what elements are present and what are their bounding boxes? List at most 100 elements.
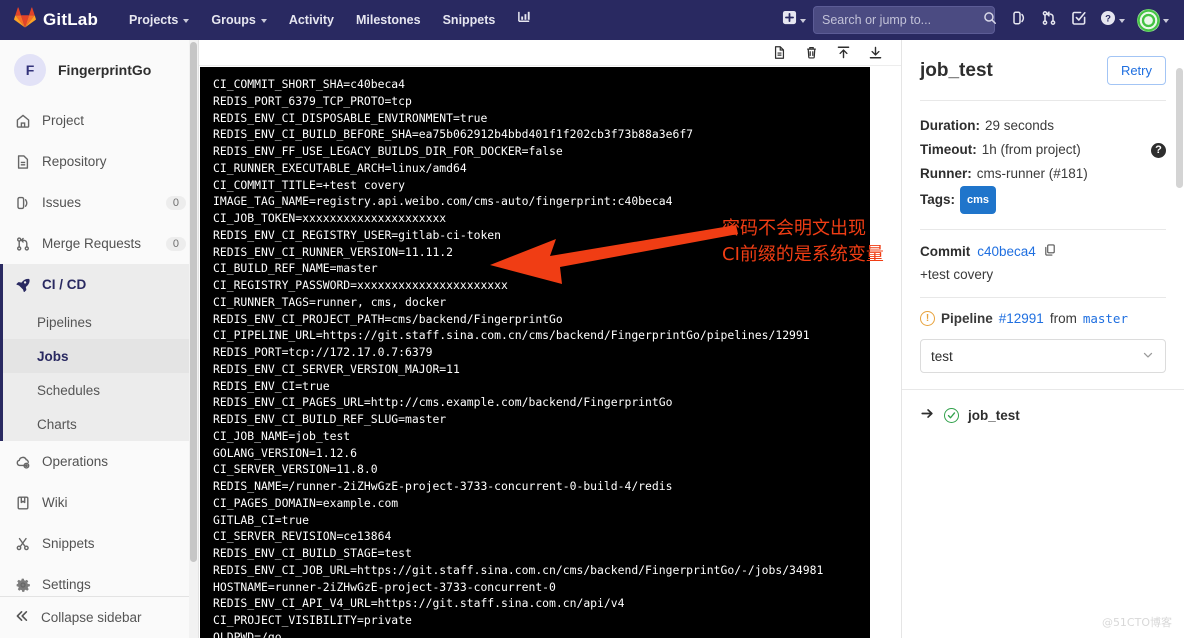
- log-line: REDIS_ENV_CI_REGISTRY_USER=gitlab-ci-tok…: [213, 227, 502, 242]
- log-toolbar: [199, 40, 901, 66]
- log-line: REDIS_ENV_CI=true: [213, 378, 330, 393]
- scissors-icon: [14, 535, 31, 552]
- sidebar-item-settings[interactable]: Settings: [0, 564, 198, 596]
- runner-value: cms-runner (#181): [976, 166, 1088, 181]
- sidebar-item-label: Project: [42, 113, 85, 128]
- right-panel-scrollbar-thumb[interactable]: [1176, 68, 1183, 188]
- cloud-gear-icon: [14, 453, 31, 470]
- sidebar-item-operations[interactable]: Operations: [0, 441, 198, 482]
- duration-label: Duration:: [920, 118, 980, 133]
- navbar-right-actions: ?: [777, 6, 1184, 34]
- nav-link-milestones[interactable]: Milestones: [345, 0, 432, 40]
- sidebar-item-ci-cd[interactable]: CI / CD: [0, 264, 198, 305]
- chevron-down-icon: [1141, 348, 1155, 365]
- nav-link-label: Projects: [129, 13, 179, 27]
- commit-message: +test covery: [920, 267, 994, 282]
- sidebar-item-project[interactable]: Project: [0, 100, 198, 141]
- stage-jobs-list: job_test: [902, 389, 1184, 440]
- stage-select[interactable]: test: [920, 339, 1166, 373]
- scroll-to-top-icon[interactable]: [835, 45, 851, 61]
- status-badge[interactable]: cms: [960, 186, 997, 214]
- commit-sha-link[interactable]: c40beca4: [977, 244, 1036, 259]
- avatar: [1137, 8, 1160, 32]
- divider: [920, 297, 1166, 298]
- check-circle-icon: [944, 407, 959, 423]
- sidebar-item-issues[interactable]: Issues 0: [0, 182, 198, 223]
- issues-count-badge: 0: [165, 195, 186, 210]
- sidebar-item-pipelines[interactable]: Pipelines: [0, 305, 198, 339]
- chevron-down-icon: [260, 19, 267, 23]
- search-input[interactable]: [822, 13, 983, 27]
- chevron-down-icon: [1119, 19, 1125, 23]
- sidebar-project-header[interactable]: F FingerprintGo: [0, 40, 198, 100]
- pipeline-ref-link[interactable]: master: [1083, 311, 1128, 326]
- create-new-button[interactable]: [777, 6, 811, 34]
- sidebar-item-label: Issues: [42, 195, 82, 210]
- sidebar-item-schedules[interactable]: Schedules: [0, 373, 198, 407]
- collapse-sidebar-label: Collapse sidebar: [41, 610, 142, 625]
- pipeline-from-text: from: [1049, 311, 1077, 326]
- watermark: @51CTO博客: [1101, 616, 1172, 629]
- help-button[interactable]: ?: [1095, 6, 1130, 34]
- search-icon: [983, 11, 997, 30]
- divider: [920, 100, 1166, 101]
- log-line: REDIS_ENV_CI_BUILD_BEFORE_SHA=ea75b06291…: [213, 127, 694, 142]
- sidebar-item-wiki[interactable]: Wiki: [0, 482, 198, 523]
- nav-link-activity[interactable]: Activity: [278, 0, 345, 40]
- list-item[interactable]: job_test: [920, 406, 1166, 424]
- log-line: CI_COMMIT_TITLE=+test covery: [213, 177, 406, 192]
- stage-select-value: test: [931, 348, 953, 364]
- nav-link-projects[interactable]: Projects: [118, 0, 200, 40]
- scroll-to-bottom-icon[interactable]: [867, 45, 883, 61]
- chart-bar-icon: [517, 0, 532, 40]
- runner-label: Runner:: [920, 166, 972, 181]
- gitlab-brand-text: GitLab: [43, 10, 99, 29]
- retry-button[interactable]: Retry: [1106, 56, 1166, 85]
- timeout-label: Timeout:: [920, 142, 977, 157]
- copy-icon[interactable]: [1043, 243, 1057, 260]
- sidebar-item-merge-requests[interactable]: Merge Requests 0: [0, 223, 198, 264]
- job-runner-row: Runner: cms-runner (#181): [920, 162, 1166, 186]
- merge-requests-button[interactable]: [1035, 6, 1063, 34]
- sidebar-item-repository[interactable]: Repository: [0, 141, 198, 182]
- home-icon: [14, 112, 31, 129]
- warning-circle-icon: !: [920, 311, 935, 326]
- job-log-console[interactable]: CI_COMMIT_SHORT_SHA=c40beca4 REDIS_PORT_6…: [200, 67, 870, 638]
- project-name: FingerprintGo: [58, 62, 152, 78]
- sidebar-item-snippets[interactable]: Snippets: [0, 523, 198, 564]
- nav-link-snippets[interactable]: Snippets: [432, 0, 507, 40]
- issues-button[interactable]: [1005, 6, 1033, 34]
- navbar-links: Projects Groups Activity Milestones Snip…: [118, 0, 543, 40]
- job-tags-row: Tags: cms: [920, 186, 1166, 214]
- sidebar-item-label: Operations: [42, 454, 109, 469]
- chevron-down-icon: [183, 19, 190, 23]
- nav-link-groups[interactable]: Groups: [200, 0, 277, 40]
- todos-button[interactable]: [1065, 6, 1093, 34]
- sidebar-scrollbar[interactable]: [189, 40, 198, 638]
- user-menu-button[interactable]: [1132, 6, 1174, 34]
- issues-icon: [1011, 10, 1027, 31]
- trash-erase-icon[interactable]: [803, 45, 819, 61]
- collapse-sidebar-button[interactable]: Collapse sidebar: [0, 596, 198, 638]
- sidebar-scrollbar-thumb[interactable]: [190, 42, 197, 562]
- sidebar-scroll-area: F FingerprintGo Project Repository Issue…: [0, 40, 198, 596]
- sidebar-item-jobs[interactable]: Jobs: [0, 339, 198, 373]
- sidebar-item-label: Settings: [42, 577, 91, 592]
- gitlab-home-link[interactable]: GitLab: [0, 7, 104, 33]
- raw-file-icon[interactable]: [771, 45, 787, 61]
- sidebar-item-label: CI / CD: [42, 277, 87, 292]
- todo-check-icon: [1071, 10, 1087, 31]
- log-line: REDIS_ENV_CI_RUNNER_VERSION=11.11.2: [213, 244, 454, 259]
- chevron-double-left-icon: [14, 608, 30, 627]
- question-circle-icon[interactable]: ?: [1151, 142, 1166, 158]
- sidebar-item-label: Merge Requests: [42, 236, 142, 251]
- sidebar-item-label: Snippets: [42, 536, 95, 551]
- log-line: REDIS_ENV_CI_PROJECT_PATH=cms/backend/Fi…: [213, 311, 563, 326]
- merge-request-icon: [1041, 10, 1057, 31]
- nav-link-analytics[interactable]: [506, 0, 543, 40]
- sidebar-item-charts[interactable]: Charts: [0, 407, 198, 441]
- nav-link-label: Groups: [211, 13, 256, 27]
- pipeline-id-link[interactable]: #12991: [999, 311, 1044, 326]
- global-search[interactable]: [813, 6, 997, 34]
- merge-requests-count-badge: 0: [165, 236, 186, 251]
